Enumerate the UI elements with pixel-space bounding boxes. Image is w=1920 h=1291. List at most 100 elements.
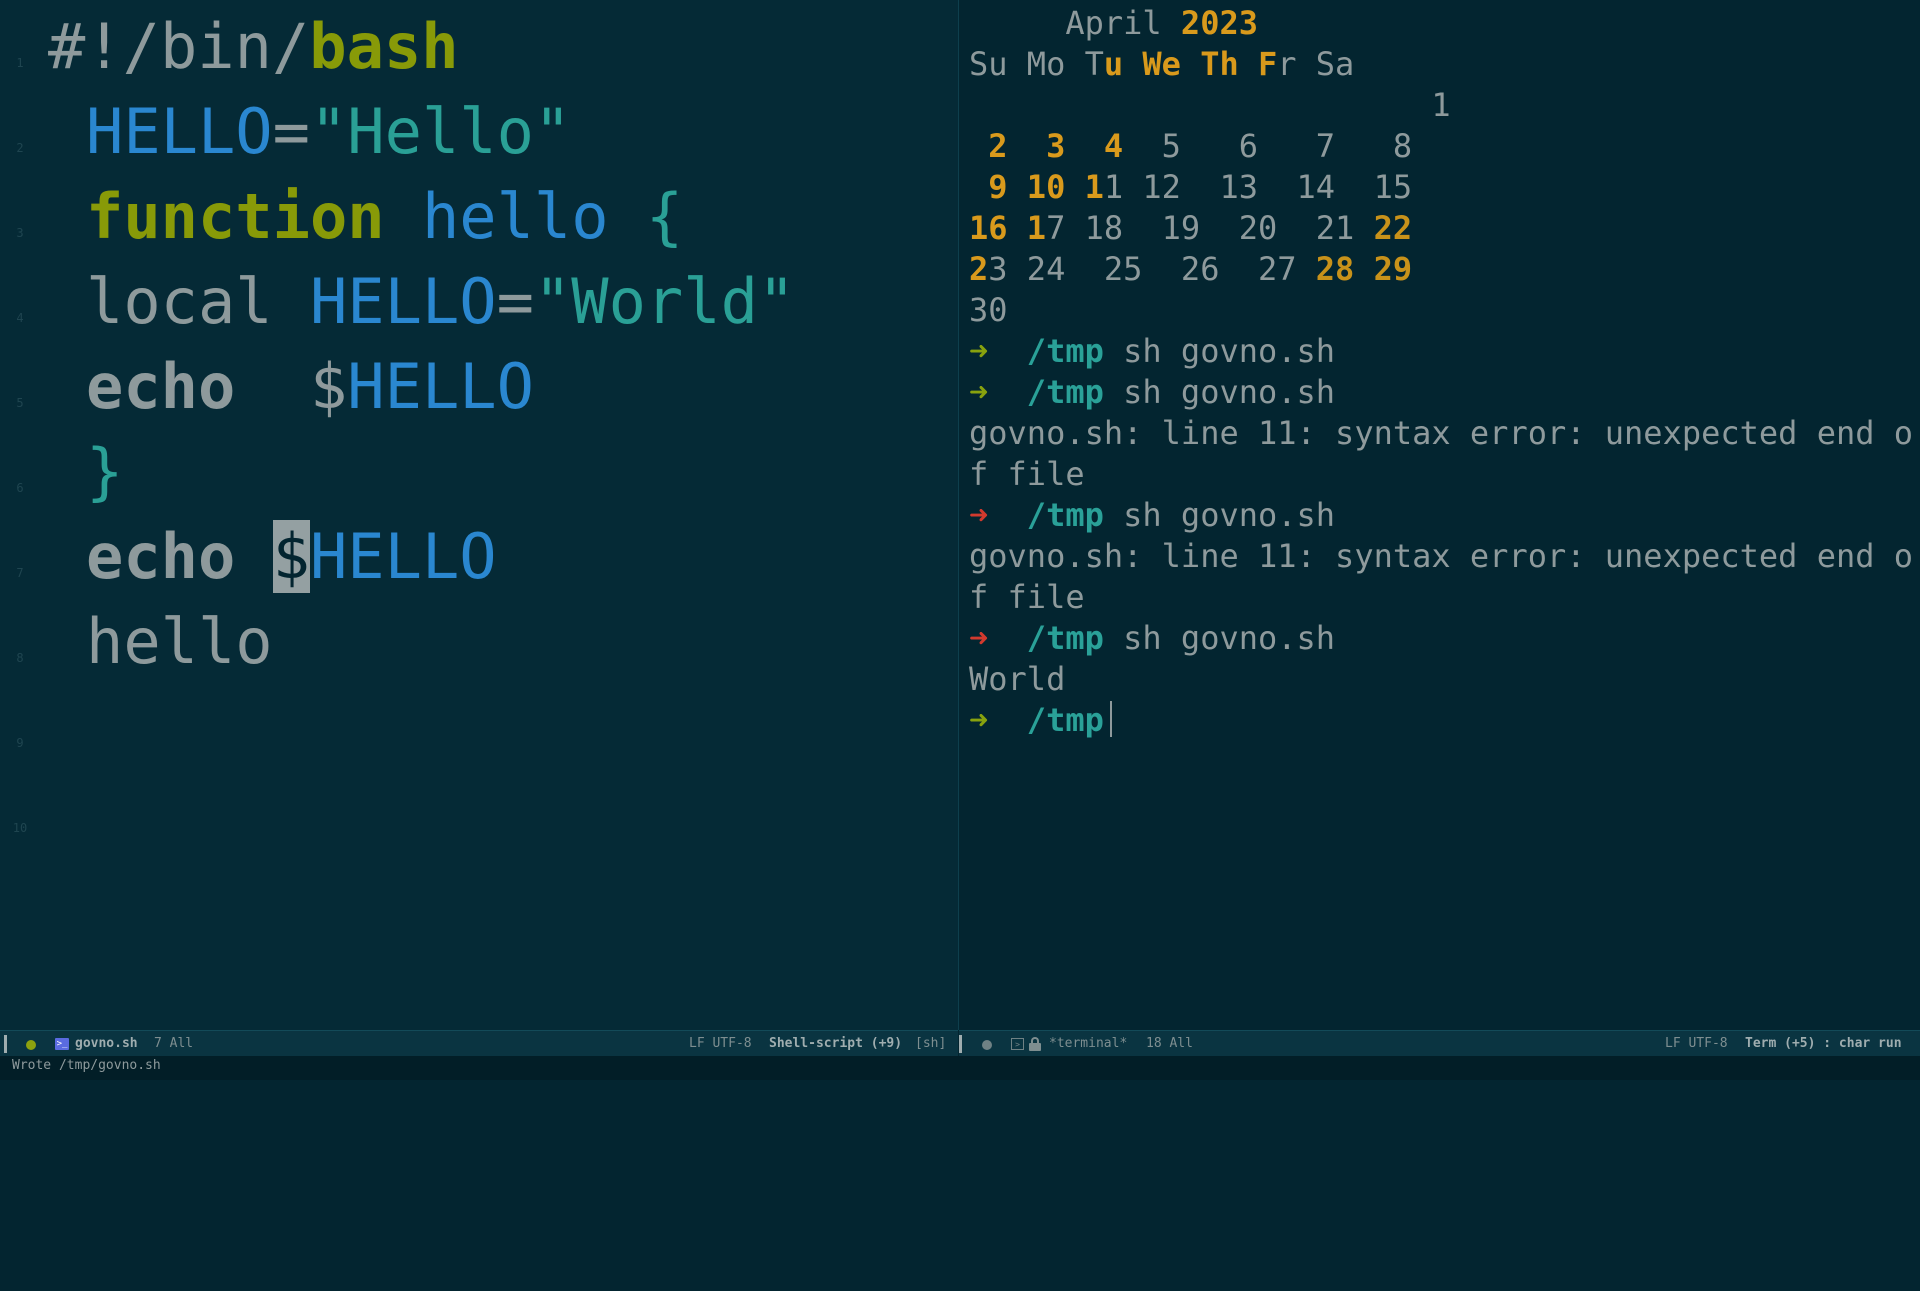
shebang-interpreter: bash	[309, 10, 459, 83]
prompt-arrow-icon: ➜	[969, 701, 989, 739]
variable-ref: HELLO	[347, 350, 534, 423]
buffer-name[interactable]: *terminal*	[1049, 1031, 1127, 1057]
weekday-tu-t: T	[1084, 45, 1104, 83]
editor-cursor: $	[272, 520, 310, 593]
line-number: 4	[16, 311, 24, 325]
terminal-pane[interactable]: April 2023 Su Mo Tu We Th Fr Sa 1 2 3 4 …	[959, 0, 1920, 1030]
calendar-title: April 2023	[969, 3, 1258, 44]
weekday-su: Su	[969, 45, 1008, 83]
line-number: 8	[16, 651, 24, 665]
terminal-output-line: f file	[969, 578, 1085, 616]
assign-operator: =	[272, 95, 310, 168]
encoding[interactable]: LF UTF-8	[689, 1031, 752, 1057]
command-text: sh govno.sh	[1123, 332, 1336, 370]
line-number: 7	[16, 566, 24, 580]
calendar-days-rest: 12 13 14 15	[1123, 168, 1413, 206]
code-line-5[interactable]: echo $HELLO	[86, 352, 534, 422]
close-brace: }	[86, 435, 124, 508]
calendar-day: 28	[1315, 250, 1355, 288]
shebang-path: #!/bin/	[48, 10, 310, 83]
shell-file-icon: >_	[55, 1038, 69, 1050]
line-number: 2	[16, 141, 24, 155]
string-literal: "World"	[533, 265, 796, 338]
code-line-8[interactable]: hello	[86, 607, 273, 677]
code-line-6[interactable]: }	[86, 437, 123, 507]
prompt-dir: /tmp	[1026, 619, 1104, 657]
code-line-7[interactable]: echo $HELLO	[86, 520, 497, 593]
code-line-2[interactable]: HELLO="Hello"	[86, 97, 571, 167]
command-text: sh govno.sh	[1123, 619, 1336, 657]
line-number: 3	[16, 226, 24, 240]
weekday-tu-u: u	[1103, 45, 1124, 83]
terminal-prompt-line: ➜ /tmp sh govno.sh	[969, 618, 1335, 659]
lock-icon	[1029, 1037, 1041, 1051]
calendar-day: 9	[988, 168, 1008, 206]
calendar-day: 22	[1373, 209, 1413, 247]
prompt-dir: /tmp	[1026, 496, 1104, 534]
calendar-year: 2023	[1180, 4, 1258, 42]
status-dot-icon	[26, 1040, 36, 1050]
encoding[interactable]: LF UTF-8	[1665, 1031, 1728, 1057]
weekday-fr-f: F	[1257, 45, 1278, 83]
calendar-day: 29	[1373, 250, 1413, 288]
builtin-echo: echo	[86, 350, 236, 423]
calendar-week-5: 23 24 25 26 27 28 29	[969, 249, 1412, 290]
buffer-position: 7 All	[154, 1036, 194, 1051]
weekday-th: Th	[1200, 45, 1239, 83]
minor-mode: [sh]	[915, 1036, 947, 1051]
prompt-arrow-icon: ➜	[969, 332, 989, 370]
calendar-week-2: 2 3 4 5 6 7 8	[969, 126, 1412, 167]
calendar-day: 1	[1084, 168, 1104, 206]
terminal-output-line: World	[969, 660, 1066, 698]
calendar-week-6: 30	[969, 290, 1008, 331]
modeline-edge-marker	[959, 1035, 962, 1053]
prompt-dir: /tmp	[1026, 701, 1104, 739]
string-literal: "Hello"	[309, 95, 572, 168]
buffer-position: 18 All	[1146, 1036, 1193, 1051]
code-line-3[interactable]: function hello {	[86, 182, 683, 252]
modeline-edge-marker	[4, 1035, 7, 1053]
major-mode[interactable]: Shell-script (+9)	[769, 1031, 902, 1057]
echo-area: Wrote /tmp/govno.sh	[0, 1056, 1920, 1080]
terminal-prompt-line: ➜ /tmp sh govno.sh	[969, 372, 1335, 413]
line-number: 6	[16, 481, 24, 495]
calendar-day: 1	[1103, 168, 1124, 206]
terminal-prompt-line: ➜ /tmp sh govno.sh	[969, 331, 1335, 372]
editor-pane[interactable]: 1 2 3 4 5 6 7 8 9 10 #!/bin/bash HELLO="…	[0, 0, 958, 1030]
calendar-day: 3	[1046, 127, 1066, 165]
calendar-day: 16	[969, 209, 1008, 247]
command-text: sh govno.sh	[1123, 496, 1336, 534]
calendar-day: 3	[988, 250, 1008, 288]
dollar-sign: $	[309, 350, 348, 423]
keyword: function	[86, 180, 385, 253]
terminal-icon: >	[1011, 1038, 1024, 1050]
line-number: 1	[16, 56, 24, 70]
buffer-name[interactable]: govno.sh	[75, 1031, 138, 1057]
calendar-day: 1	[1431, 86, 1451, 124]
variable-ref: HELLO	[309, 520, 497, 593]
emacs-frame: 1 2 3 4 5 6 7 8 9 10 #!/bin/bash HELLO="…	[0, 0, 1920, 1080]
prompt-arrow-error-icon: ➜	[969, 619, 989, 657]
terminal-output-line: govno.sh: line 11: syntax error: unexpec…	[969, 414, 1914, 452]
terminal-output-line: govno.sh: line 11: syntax error: unexpec…	[969, 537, 1914, 575]
line-number: 9	[16, 736, 24, 750]
major-mode[interactable]: Term (+5) : char run	[1745, 1031, 1902, 1057]
prompt-arrow-icon: ➜	[969, 373, 989, 411]
weekday-fr-r: r	[1277, 45, 1297, 83]
prompt-dir: /tmp	[1026, 332, 1104, 370]
terminal-current-prompt[interactable]: ➜ /tmp	[969, 700, 1112, 741]
modeline-right: > *terminal* 18 All LF UTF-8 Term (+5) :…	[959, 1030, 1920, 1057]
code-line-4[interactable]: local HELLO="World"	[86, 267, 795, 337]
weekday-we: We	[1142, 45, 1181, 83]
calendar-week-1: 1	[969, 85, 1451, 126]
status-dot-icon	[982, 1040, 992, 1050]
builtin-echo: echo	[86, 520, 236, 593]
calendar-day: 1	[1026, 209, 1047, 247]
calendar-day: 2	[988, 127, 1008, 165]
modeline-left: >_ govno.sh 7 All LF UTF-8 Shell-script …	[0, 1030, 958, 1057]
variable-name: HELLO	[309, 265, 497, 338]
calendar-week-4: 16 17 18 19 20 21 22	[969, 208, 1412, 249]
calendar-week-3: 9 10 11 12 13 14 15	[969, 167, 1412, 208]
calendar-days-mid: 18 19 20 21	[1065, 209, 1374, 247]
code-line-1[interactable]: #!/bin/bash	[48, 12, 459, 82]
